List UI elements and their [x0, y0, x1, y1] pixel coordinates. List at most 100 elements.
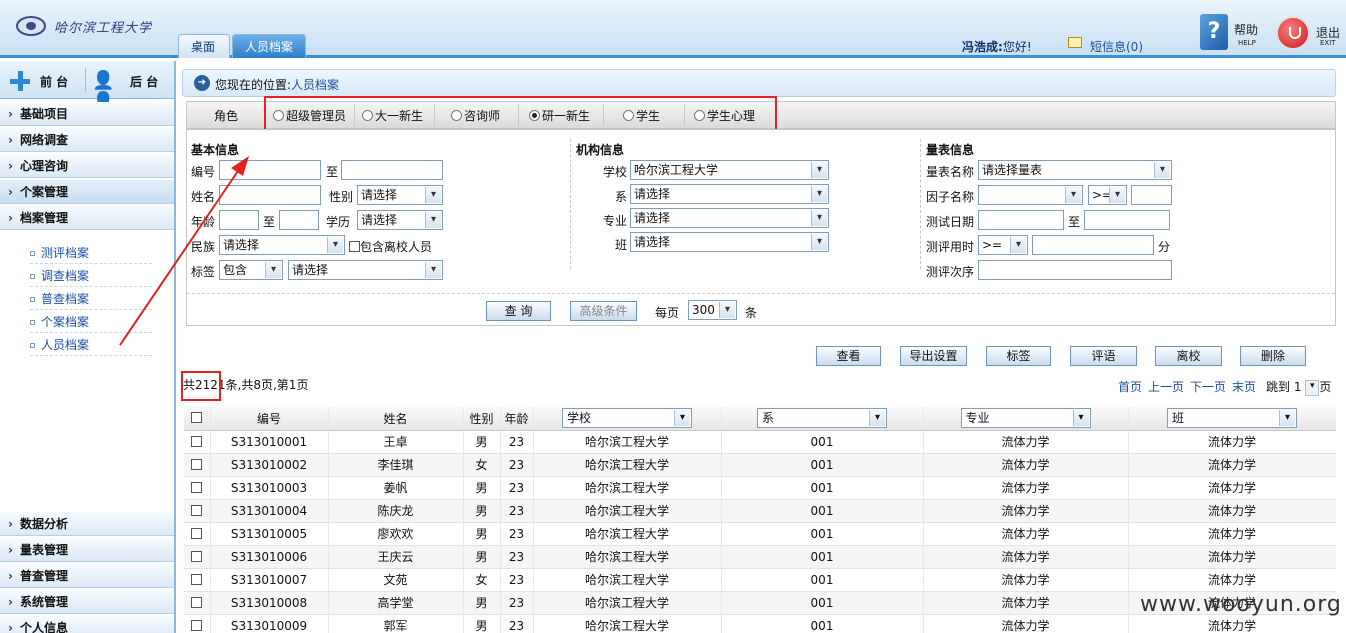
department-filter-select[interactable]: 系	[757, 408, 887, 429]
help-label[interactable]: 帮助	[1234, 24, 1258, 36]
last-page-link[interactable]: 末页	[1232, 380, 1256, 394]
checkbox-icon[interactable]	[191, 619, 203, 631]
checkbox-icon[interactable]	[191, 596, 203, 608]
sidebar-subitem-census[interactable]: 普查档案	[30, 288, 152, 310]
table-row[interactable]: S313010004 陈庆龙男 23 哈尔滨工程大学 001 流体力学 流体力学	[184, 499, 1336, 523]
row-select-cell[interactable]	[184, 591, 211, 615]
col-class[interactable]: 班	[1128, 407, 1336, 431]
id-to-input[interactable]	[341, 160, 443, 180]
col-department[interactable]: 系	[721, 407, 924, 431]
row-select-cell[interactable]	[184, 614, 211, 633]
row-select-cell[interactable]	[184, 522, 211, 546]
department-select[interactable]: 请选择	[630, 184, 829, 204]
factor-select[interactable]	[978, 185, 1083, 205]
checkbox-icon[interactable]	[191, 527, 203, 539]
test-date-to-input[interactable]	[1084, 210, 1170, 230]
col-school[interactable]: 学校	[533, 407, 722, 431]
per-page-select[interactable]: 300	[688, 300, 737, 320]
gender-select[interactable]: 请选择	[357, 185, 443, 205]
breadcrumb-current[interactable]: 人员档案	[291, 78, 339, 92]
sidebar-item-analysis[interactable]: › 数据分析	[0, 512, 174, 536]
class-select[interactable]: 请选择	[630, 232, 829, 252]
checkbox-icon[interactable]	[191, 573, 203, 585]
age-from-input[interactable]	[219, 210, 259, 230]
comment-button[interactable]: 评语	[1070, 346, 1137, 366]
advanced-conditions-button[interactable]: 高级条件	[570, 301, 637, 321]
row-select-cell[interactable]	[184, 476, 211, 500]
tag-select[interactable]: 请选择	[288, 260, 443, 280]
export-settings-button[interactable]: 导出设置	[900, 346, 967, 366]
tab-personnel-archive[interactable]: 人员档案	[232, 34, 306, 58]
select-all-cell[interactable]	[184, 407, 211, 431]
tab-desktop[interactable]: 桌面	[178, 34, 230, 58]
duration-input[interactable]	[1032, 235, 1154, 255]
delete-button[interactable]: 删除	[1240, 346, 1306, 366]
power-icon[interactable]	[1276, 16, 1310, 50]
sidebar-item-basic[interactable]: › 基础项目	[0, 102, 174, 126]
sidebar-subitem-personnel[interactable]: 人员档案	[30, 334, 152, 356]
class-filter-select[interactable]: 班	[1167, 408, 1297, 429]
sidebar-item-system[interactable]: › 系统管理	[0, 590, 174, 614]
sidebar-item-counseling[interactable]: › 心理咨询	[0, 154, 174, 178]
factor-operator-select[interactable]: >=	[1088, 185, 1127, 205]
table-row[interactable]: S313010003 姜帆男 23 哈尔滨工程大学 001 流体力学 流体力学	[184, 476, 1336, 500]
sidebar-item-census[interactable]: › 普查管理	[0, 564, 174, 588]
sidebar-item-archives[interactable]: › 档案管理	[0, 206, 174, 230]
include-left-checkbox[interactable]: 包含离校人员	[349, 238, 432, 255]
row-select-cell[interactable]	[184, 430, 211, 454]
row-select-cell[interactable]	[184, 568, 211, 592]
table-row[interactable]: S313010006 王庆云男 23 哈尔滨工程大学 001 流体力学 流体力学	[184, 545, 1336, 569]
row-select-cell[interactable]	[184, 453, 211, 477]
envelope-icon[interactable]	[1068, 37, 1082, 48]
table-row[interactable]: S313010007 文苑女 23 哈尔滨工程大学 001 流体力学 流体力学	[184, 568, 1336, 592]
col-gender[interactable]: 性别	[463, 407, 501, 431]
prev-page-link[interactable]: 上一页	[1148, 380, 1184, 394]
col-age[interactable]: 年龄	[500, 407, 534, 431]
sidebar-item-profile[interactable]: › 个人信息	[0, 616, 174, 633]
users-icon[interactable]: 👤👤	[92, 70, 126, 112]
checkbox-icon[interactable]	[191, 550, 203, 562]
plus-icon[interactable]	[10, 71, 30, 91]
duration-operator-select[interactable]: >=	[978, 235, 1028, 255]
checkbox-icon[interactable]	[191, 504, 203, 516]
table-row[interactable]: S313010002 李佳琪女 23 哈尔滨工程大学 001 流体力学 流体力学	[184, 453, 1336, 477]
age-to-input[interactable]	[279, 210, 319, 230]
next-page-link[interactable]: 下一页	[1190, 380, 1226, 394]
factor-value-input[interactable]	[1131, 185, 1172, 205]
sidebar-subitem-assessment[interactable]: 测评档案	[30, 242, 152, 264]
messages-link[interactable]: 短信息(0)	[1090, 38, 1143, 55]
help-icon[interactable]: ?	[1200, 14, 1228, 50]
test-order-input[interactable]	[978, 260, 1172, 280]
table-row[interactable]: S313010005 廖欢欢男 23 哈尔滨工程大学 001 流体力学 流体力学	[184, 522, 1336, 546]
name-input[interactable]	[219, 185, 321, 205]
query-button[interactable]: 查 询	[486, 301, 551, 321]
jump-page-value[interactable]: 1	[1294, 380, 1302, 394]
tag-button[interactable]: 标签	[986, 346, 1051, 366]
sidebar-subitem-survey[interactable]: 调查档案	[30, 265, 152, 287]
checkbox-icon[interactable]	[191, 435, 203, 447]
checkbox-icon[interactable]	[191, 458, 203, 470]
major-select[interactable]: 请选择	[630, 208, 829, 228]
education-select[interactable]: 请选择	[357, 210, 443, 230]
first-page-link[interactable]: 首页	[1118, 380, 1142, 394]
back-office-button[interactable]: 后 台	[130, 73, 158, 90]
view-button[interactable]: 查看	[816, 346, 881, 366]
tag-mode-select[interactable]: 包含	[219, 260, 283, 280]
row-select-cell[interactable]	[184, 545, 211, 569]
sidebar-item-scales[interactable]: › 量表管理	[0, 538, 174, 562]
checkbox-icon[interactable]	[349, 241, 360, 252]
row-select-cell[interactable]	[184, 499, 211, 523]
col-major[interactable]: 专业	[923, 407, 1129, 431]
school-select[interactable]: 哈尔滨工程大学	[630, 160, 829, 180]
checkbox-icon[interactable]	[191, 481, 203, 493]
scale-name-select[interactable]: 请选择量表	[978, 160, 1172, 180]
col-name[interactable]: 姓名	[328, 407, 464, 431]
col-id[interactable]: 编号	[210, 407, 329, 431]
sidebar-subitem-case[interactable]: 个案档案	[30, 311, 152, 333]
sidebar-item-cases[interactable]: › 个案管理	[0, 180, 174, 204]
major-filter-select[interactable]: 专业	[960, 408, 1091, 429]
school-filter-select[interactable]: 学校	[562, 408, 692, 429]
id-from-input[interactable]	[219, 160, 321, 180]
leave-school-button[interactable]: 离校	[1155, 346, 1222, 366]
chevron-down-icon[interactable]: ▾	[1305, 379, 1320, 396]
